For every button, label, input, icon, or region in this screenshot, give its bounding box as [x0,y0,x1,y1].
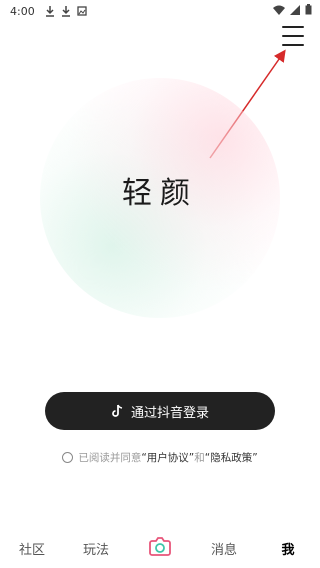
download-icon [61,6,70,17]
menu-icon[interactable] [282,26,304,46]
status-time: 4:00 [10,4,35,18]
nav-camera[interactable] [135,535,185,561]
download-icon [45,6,54,17]
status-system-icons [273,4,312,15]
signal-icon [290,4,300,15]
agreement-checkbox[interactable] [62,452,74,463]
nav-me[interactable]: 我 [263,539,313,558]
status-bar: 4:00 [0,0,320,22]
user-agreement-link[interactable]: “用户协议” [141,450,194,465]
camera-icon [149,537,171,556]
privacy-policy-link[interactable]: “隐私政策” [205,450,258,465]
agreement-row: 已阅读并同意 “用户协议” 和 “隐私政策” [0,450,320,465]
image-icon [77,6,87,16]
wifi-icon [273,5,285,15]
app-logo: 轻颜 [122,176,198,211]
douyin-login-button[interactable]: 通过抖音登录 [45,392,275,430]
battery-icon [305,4,312,15]
status-notification-icons [45,5,87,17]
tiktok-icon [112,404,123,417]
agreement-and: 和 [194,452,205,464]
nav-play[interactable]: 玩法 [71,539,121,558]
login-button-label: 通过抖音登录 [130,405,209,421]
bottom-nav: 社区 玩法 消息 我 [0,528,320,568]
nav-community[interactable]: 社区 [7,539,57,558]
nav-messages[interactable]: 消息 [199,539,249,558]
agreement-prefix: 已阅读并同意 [78,452,142,464]
